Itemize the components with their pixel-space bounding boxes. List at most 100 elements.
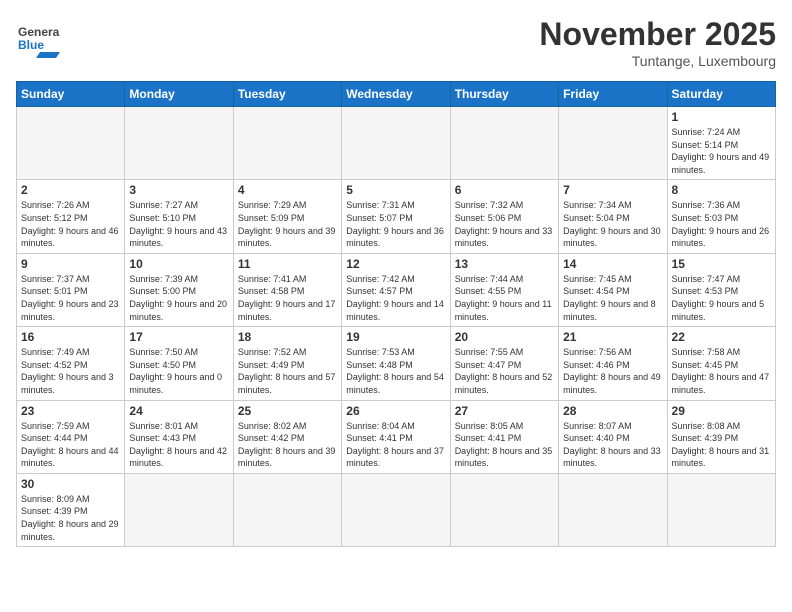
day-info: Sunrise: 7:50 AM Sunset: 4:50 PM Dayligh… (129, 346, 228, 396)
calendar-week-row: 1Sunrise: 7:24 AM Sunset: 5:14 PM Daylig… (17, 107, 776, 180)
col-header-tuesday: Tuesday (233, 82, 341, 107)
day-number: 23 (21, 404, 120, 418)
day-number: 24 (129, 404, 228, 418)
day-info: Sunrise: 7:45 AM Sunset: 4:54 PM Dayligh… (563, 273, 662, 323)
calendar-cell: 27Sunrise: 8:05 AM Sunset: 4:41 PM Dayli… (450, 400, 558, 473)
day-number: 18 (238, 330, 337, 344)
day-info: Sunrise: 7:27 AM Sunset: 5:10 PM Dayligh… (129, 199, 228, 249)
location-subtitle: Tuntange, Luxembourg (539, 53, 776, 69)
col-header-wednesday: Wednesday (342, 82, 450, 107)
calendar-cell: 26Sunrise: 8:04 AM Sunset: 4:41 PM Dayli… (342, 400, 450, 473)
calendar-cell: 1Sunrise: 7:24 AM Sunset: 5:14 PM Daylig… (667, 107, 775, 180)
calendar-cell: 21 Sunrise: 7:56 AM Sunset: 4:46 PM Dayli… (559, 327, 667, 400)
calendar-cell: 11 Sunrise: 7:41 AM Sunset: 4:58 PM Dayli… (233, 253, 341, 326)
calendar-cell: 5 Sunrise: 7:31 AM Sunset: 5:07 PM Daylig… (342, 180, 450, 253)
col-header-saturday: Saturday (667, 82, 775, 107)
day-number: 25 (238, 404, 337, 418)
day-number: 3 (129, 183, 228, 197)
calendar-week-row: 9 Sunrise: 7:37 AM Sunset: 5:01 PM Daylig… (17, 253, 776, 326)
day-number: 8 (672, 183, 771, 197)
day-info: Sunrise: 7:52 AM Sunset: 4:49 PM Dayligh… (238, 346, 337, 396)
calendar-cell: 16 Sunrise: 7:49 AM Sunset: 4:52 PM Dayli… (17, 327, 125, 400)
day-number: 7 (563, 183, 662, 197)
calendar-cell: 8 Sunrise: 7:36 AM Sunset: 5:03 PM Daylig… (667, 180, 775, 253)
svg-text:Blue: Blue (18, 38, 44, 52)
general-blue-icon: General Blue (16, 16, 60, 60)
day-number: 29 (672, 404, 771, 418)
col-header-sunday: Sunday (17, 82, 125, 107)
day-info: Sunrise: 8:01 AM Sunset: 4:43 PM Dayligh… (129, 420, 228, 470)
day-number: 6 (455, 183, 554, 197)
day-number: 14 (563, 257, 662, 271)
day-number: 19 (346, 330, 445, 344)
calendar-week-row: 16 Sunrise: 7:49 AM Sunset: 4:52 PM Dayli… (17, 327, 776, 400)
calendar-cell: 25Sunrise: 8:02 AM Sunset: 4:42 PM Dayli… (233, 400, 341, 473)
calendar-cell: 30 Sunrise: 8:09 AM Sunset: 4:39 PM Dayli… (17, 473, 125, 546)
page-header: General Blue November 2025 Tuntange, Lux… (16, 16, 776, 69)
calendar-cell: 20 Sunrise: 7:55 AM Sunset: 4:47 PM Dayli… (450, 327, 558, 400)
calendar-cell (559, 473, 667, 546)
day-number: 21 (563, 330, 662, 344)
day-info: Sunrise: 7:36 AM Sunset: 5:03 PM Dayligh… (672, 199, 771, 249)
calendar-cell: 18 Sunrise: 7:52 AM Sunset: 4:49 PM Dayli… (233, 327, 341, 400)
col-header-friday: Friday (559, 82, 667, 107)
calendar-header-row: SundayMondayTuesdayWednesdayThursdayFrid… (17, 82, 776, 107)
day-number: 1 (672, 110, 771, 124)
calendar-cell (17, 107, 125, 180)
day-info: Sunrise: 7:41 AM Sunset: 4:58 PM Dayligh… (238, 273, 337, 323)
day-number: 20 (455, 330, 554, 344)
calendar-cell: 29Sunrise: 8:08 AM Sunset: 4:39 PM Dayli… (667, 400, 775, 473)
calendar-cell: 14 Sunrise: 7:45 AM Sunset: 4:54 PM Dayli… (559, 253, 667, 326)
day-info: Sunrise: 7:42 AM Sunset: 4:57 PM Dayligh… (346, 273, 445, 323)
calendar-cell: 13Sunrise: 7:44 AM Sunset: 4:55 PM Dayli… (450, 253, 558, 326)
day-info: Sunrise: 8:05 AM Sunset: 4:41 PM Dayligh… (455, 420, 554, 470)
day-info: Sunrise: 7:55 AM Sunset: 4:47 PM Dayligh… (455, 346, 554, 396)
calendar-cell: 24 Sunrise: 8:01 AM Sunset: 4:43 PM Dayli… (125, 400, 233, 473)
calendar-cell: 7Sunrise: 7:34 AM Sunset: 5:04 PM Daylig… (559, 180, 667, 253)
day-info: Sunrise: 7:31 AM Sunset: 5:07 PM Dayligh… (346, 199, 445, 249)
calendar-cell: 10 Sunrise: 7:39 AM Sunset: 5:00 PM Dayli… (125, 253, 233, 326)
day-info: Sunrise: 7:58 AM Sunset: 4:45 PM Dayligh… (672, 346, 771, 396)
day-number: 17 (129, 330, 228, 344)
day-number: 30 (21, 477, 120, 491)
calendar-cell (233, 473, 341, 546)
day-number: 16 (21, 330, 120, 344)
day-info: Sunrise: 7:47 AM Sunset: 4:53 PM Dayligh… (672, 273, 771, 323)
calendar-cell: 12 Sunrise: 7:42 AM Sunset: 4:57 PM Dayli… (342, 253, 450, 326)
day-info: Sunrise: 7:26 AM Sunset: 5:12 PM Dayligh… (21, 199, 120, 249)
day-number: 11 (238, 257, 337, 271)
day-info: Sunrise: 8:09 AM Sunset: 4:39 PM Dayligh… (21, 493, 120, 543)
day-info: Sunrise: 7:59 AM Sunset: 4:44 PM Dayligh… (21, 420, 120, 470)
calendar-cell (125, 473, 233, 546)
day-number: 2 (21, 183, 120, 197)
calendar-cell: 2 Sunrise: 7:26 AM Sunset: 5:12 PM Daylig… (17, 180, 125, 253)
day-info: Sunrise: 7:56 AM Sunset: 4:46 PM Dayligh… (563, 346, 662, 396)
title-block: November 2025 Tuntange, Luxembourg (539, 16, 776, 69)
day-info: Sunrise: 7:37 AM Sunset: 5:01 PM Dayligh… (21, 273, 120, 323)
month-year-title: November 2025 (539, 16, 776, 53)
calendar-cell: 9 Sunrise: 7:37 AM Sunset: 5:01 PM Daylig… (17, 253, 125, 326)
day-number: 9 (21, 257, 120, 271)
calendar-cell: 23 Sunrise: 7:59 AM Sunset: 4:44 PM Dayli… (17, 400, 125, 473)
day-info: Sunrise: 7:39 AM Sunset: 5:00 PM Dayligh… (129, 273, 228, 323)
calendar-cell: 22Sunrise: 7:58 AM Sunset: 4:45 PM Dayli… (667, 327, 775, 400)
calendar-cell (125, 107, 233, 180)
calendar-cell (559, 107, 667, 180)
calendar-cell: 19 Sunrise: 7:53 AM Sunset: 4:48 PM Dayli… (342, 327, 450, 400)
day-number: 4 (238, 183, 337, 197)
day-number: 15 (672, 257, 771, 271)
calendar-cell: 3 Sunrise: 7:27 AM Sunset: 5:10 PM Daylig… (125, 180, 233, 253)
day-info: Sunrise: 7:29 AM Sunset: 5:09 PM Dayligh… (238, 199, 337, 249)
col-header-thursday: Thursday (450, 82, 558, 107)
day-number: 5 (346, 183, 445, 197)
day-number: 12 (346, 257, 445, 271)
calendar-cell (450, 473, 558, 546)
svg-text:General: General (18, 25, 60, 39)
day-info: Sunrise: 7:49 AM Sunset: 4:52 PM Dayligh… (21, 346, 120, 396)
day-info: Sunrise: 7:53 AM Sunset: 4:48 PM Dayligh… (346, 346, 445, 396)
calendar-cell (233, 107, 341, 180)
day-number: 28 (563, 404, 662, 418)
calendar-cell: 17 Sunrise: 7:50 AM Sunset: 4:50 PM Dayli… (125, 327, 233, 400)
calendar-cell: 15 Sunrise: 7:47 AM Sunset: 4:53 PM Dayli… (667, 253, 775, 326)
day-number: 10 (129, 257, 228, 271)
